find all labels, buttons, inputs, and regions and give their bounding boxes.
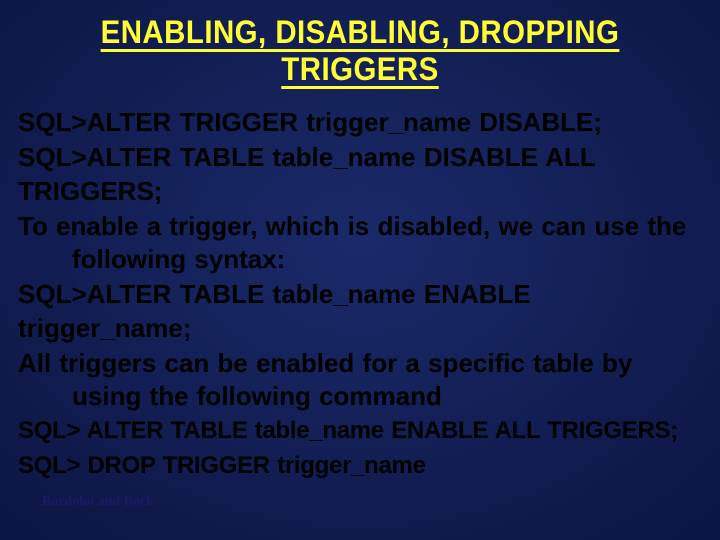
line-disable-all: SQL>ALTER TABLE table_name DISABLE ALL T… <box>18 141 702 208</box>
slide-body: SQL>ALTER TRIGGER trigger_name DISABLE; … <box>18 106 702 482</box>
line-enable-all-intro: All triggers can be enabled for a specif… <box>18 347 702 414</box>
footer-credit: Bordoloi and Bock <box>42 494 154 510</box>
line-disable-trigger: SQL>ALTER TRIGGER trigger_name DISABLE; <box>18 106 702 139</box>
slide: ENABLING, DISABLING, DROPPING TRIGGERS S… <box>0 0 720 540</box>
line-enable-intro: To enable a trigger, which is disabled, … <box>18 210 702 277</box>
line-drop-trigger: SQL> DROP TRIGGER trigger_name <box>18 450 702 482</box>
slide-title: ENABLING, DISABLING, DROPPING TRIGGERS <box>45 14 674 88</box>
line-enable-all: SQL> ALTER TABLE table_name ENABLE ALL T… <box>18 415 702 447</box>
line-enable-trigger: SQL>ALTER TABLE table_name ENABLE trigge… <box>18 278 702 345</box>
